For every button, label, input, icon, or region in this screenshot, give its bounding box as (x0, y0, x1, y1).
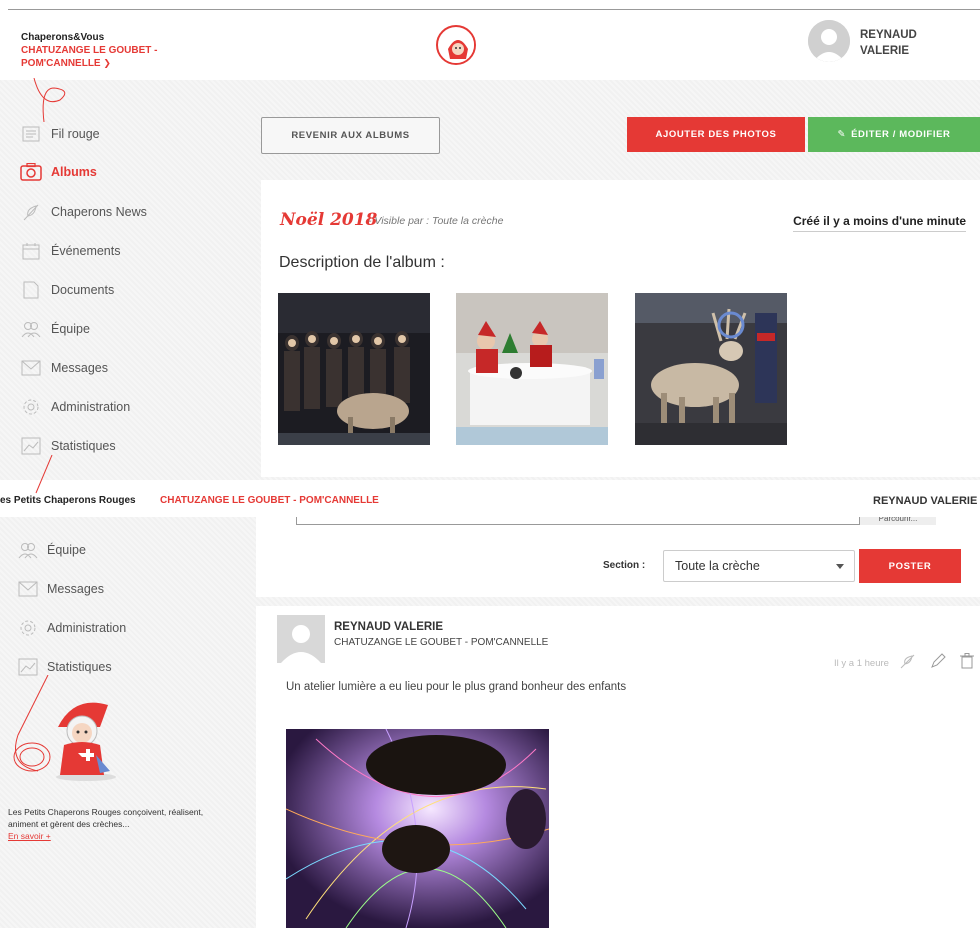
user-first-name: REYNAUD (860, 29, 917, 41)
edit-icon[interactable] (930, 653, 946, 674)
sidebar-item-fil-rouge[interactable]: Fil rouge (20, 124, 100, 144)
post-button-label: POSTER (888, 560, 932, 572)
caret-down-icon (836, 564, 844, 569)
avatar[interactable] (277, 615, 325, 663)
feather-icon (20, 202, 42, 222)
chart-icon (20, 436, 42, 456)
sidebar-item-label: Événements (51, 244, 121, 258)
settings-icon (20, 397, 42, 417)
chevron-down-icon: ❯ (103, 58, 111, 68)
post-site: CHATUZANGE LE GOUBET - POM'CANNELLE (334, 637, 549, 648)
sidebar-item-evenements[interactable]: Événements (20, 241, 120, 261)
sidebar-item-label: Fil rouge (51, 127, 100, 141)
promo-block: Les Petits Chaperons Rouges conçoivent, … (8, 806, 218, 842)
sidebar-item-label: Messages (51, 361, 108, 375)
back-to-albums-button[interactable]: REVENIR AUX ALBUMS (261, 117, 440, 154)
feather-icon[interactable] (900, 653, 916, 674)
edit-button[interactable]: ✎ ÉDITER / MODIFIER (808, 117, 980, 152)
post-button[interactable]: POSTER (859, 549, 961, 583)
mascot-illustration (13, 675, 116, 781)
sidebar-item-administration[interactable]: Administration (17, 618, 126, 638)
site-name: CHATUZANGE LE GOUBET - POM'CANNELLE (21, 45, 158, 69)
camera-icon (20, 162, 42, 182)
envelope-icon (20, 358, 42, 378)
post-card: REYNAUD VALERIE CHATUZANGE LE GOUBET - P… (256, 606, 980, 928)
user-name[interactable]: REYNAUD VALERIE (860, 27, 917, 59)
sticky-user-name[interactable]: REYNAUD VALERIE (873, 495, 977, 507)
sidebar-item-label: Statistiques (47, 660, 112, 674)
post-author[interactable]: REYNAUD VALERIE (334, 621, 443, 633)
calendar-icon (20, 241, 42, 261)
post-time: Il y a 1 heure (834, 658, 889, 669)
album-visibility: - Visible par : Toute la crèche (368, 215, 504, 227)
logo-icon[interactable] (436, 25, 476, 65)
trash-icon[interactable] (960, 653, 974, 674)
site-selector[interactable]: CHATUZANGE LE GOUBET - POM'CANNELLE ❯ (21, 44, 171, 70)
newspaper-icon (20, 124, 42, 144)
sidebar-item-label: Statistiques (51, 439, 116, 453)
back-button-label: REVENIR AUX ALBUMS (291, 130, 410, 141)
album-card: Noël 2018 - Visible par : Toute la crèch… (261, 180, 980, 477)
promo-text: Les Petits Chaperons Rouges conçoivent, … (8, 807, 204, 829)
post-actions (900, 653, 974, 674)
edit-button-label: ÉDITER / MODIFIER (851, 129, 951, 140)
post-photo[interactable] (286, 729, 549, 928)
learn-more-link[interactable]: En savoir + (8, 830, 218, 842)
sticky-header: es Petits Chaperons Rouges CHATUZANGE LE… (0, 480, 980, 517)
envelope-icon (17, 579, 39, 599)
sidebar-item-label: Messages (47, 582, 104, 596)
add-button-label: AJOUTER DES PHOTOS (655, 129, 777, 140)
pencil-icon: ✎ (837, 129, 847, 140)
sidebar-item-label: Documents (51, 283, 115, 297)
sidebar-item-documents[interactable]: Documents (20, 280, 114, 300)
document-icon (20, 280, 42, 300)
album-description-label: Description de l'album : (279, 254, 445, 271)
sidebar-item-statistiques[interactable]: Statistiques (17, 657, 112, 677)
sidebar-item-chaperons-news[interactable]: Chaperons News (20, 202, 147, 222)
brand-block: Chaperons&Vous CHATUZANGE LE GOUBET - PO… (21, 31, 171, 70)
app-name: Chaperons&Vous (21, 32, 105, 43)
section-label: Section : (603, 560, 646, 571)
sidebar-scrolled: Équipe Messages Administration Statistiq… (8, 517, 256, 928)
user-last-name: VALERIE (860, 45, 909, 57)
sticky-brand[interactable]: es Petits Chaperons Rouges (0, 495, 136, 506)
album-photo-group[interactable] (278, 293, 430, 445)
post-form: Parcourir... Section : Toute la crèche P… (256, 517, 980, 597)
sidebar-item-equipe[interactable]: Équipe (20, 319, 90, 339)
sidebar-item-messages[interactable]: Messages (17, 579, 104, 599)
team-icon (17, 540, 39, 560)
sticky-site-name[interactable]: CHATUZANGE LE GOUBET - POM'CANNELLE (160, 495, 379, 506)
sidebar-item-messages[interactable]: Messages (20, 358, 108, 378)
sidebar-item-label: Équipe (47, 543, 86, 557)
browse-button[interactable]: Parcourir... (859, 517, 936, 525)
sidebar-item-label: Équipe (51, 322, 90, 336)
section-selected-value: Toute la crèche (675, 559, 760, 573)
sidebar-item-statistiques[interactable]: Statistiques (20, 436, 116, 456)
sidebar-item-label: Albums (51, 165, 97, 179)
album-photo-santa[interactable] (456, 293, 608, 445)
settings-icon (17, 618, 39, 638)
post-text: Un atelier lumière a eu lieu pour le plu… (286, 681, 627, 693)
sidebar-item-label: Administration (47, 621, 127, 635)
sidebar-item-equipe[interactable]: Équipe (17, 540, 86, 560)
file-input[interactable] (296, 517, 936, 525)
sidebar-item-administration[interactable]: Administration (20, 397, 130, 417)
team-icon (20, 319, 42, 339)
section-select[interactable]: Toute la crèche (663, 550, 855, 582)
sidebar-item-albums[interactable]: Albums (20, 162, 97, 182)
user-avatar[interactable] (808, 20, 850, 62)
album-title: Noël 2018 (280, 210, 378, 230)
sidebar-item-label: Chaperons News (51, 205, 147, 219)
album-created: Créé il y a moins d'une minute (793, 214, 966, 232)
chart-icon (17, 657, 39, 677)
add-photos-button[interactable]: AJOUTER DES PHOTOS (627, 117, 805, 152)
album-photo-reindeer[interactable] (635, 293, 787, 445)
sidebar-item-label: Administration (51, 400, 131, 414)
